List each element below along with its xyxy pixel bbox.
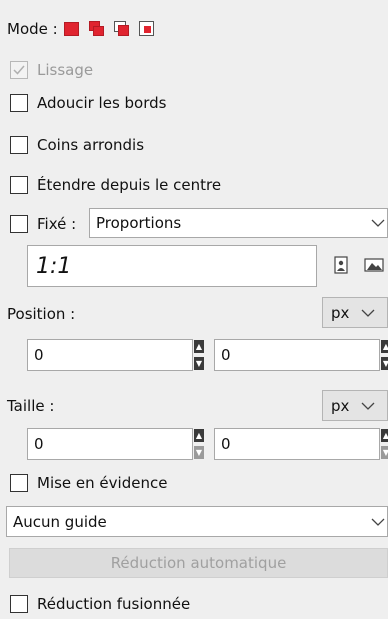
chevron-down-icon bbox=[361, 309, 375, 317]
guides-select-value: Aucun guide bbox=[13, 512, 107, 531]
size-height-value: 0 bbox=[221, 435, 231, 453]
spin-up-icon[interactable]: ▲ bbox=[194, 340, 204, 353]
portrait-button[interactable] bbox=[331, 255, 351, 275]
chevron-down-icon bbox=[361, 402, 375, 410]
position-x-value: 0 bbox=[34, 346, 44, 364]
spin-up-icon[interactable]: ▲ bbox=[381, 340, 388, 353]
position-row: Position : bbox=[7, 303, 75, 325]
position-y-input[interactable]: 0 bbox=[214, 339, 380, 371]
landscape-icon bbox=[364, 258, 384, 272]
position-x-input[interactable]: 0 bbox=[27, 339, 193, 371]
position-x-spinner[interactable]: ▲ ▼ bbox=[194, 340, 205, 370]
guides-select[interactable]: Aucun guide bbox=[6, 506, 388, 537]
shrink-merged-label: Réduction fusionnée bbox=[37, 595, 191, 613]
fixed-label: Fixé : bbox=[37, 215, 77, 233]
subtract-mode-button[interactable] bbox=[113, 21, 130, 37]
fixed-checkbox[interactable] bbox=[10, 215, 28, 233]
size-width-value: 0 bbox=[34, 435, 44, 453]
size-label: Taille : bbox=[7, 397, 55, 415]
size-width-spinner[interactable]: ▲ ▼ bbox=[194, 429, 205, 459]
ratio-value: 1:1 bbox=[36, 253, 72, 279]
spin-down-icon[interactable]: ▼ bbox=[194, 357, 204, 370]
smooth-checkbox bbox=[10, 61, 28, 79]
mode-label: Mode : bbox=[7, 20, 58, 38]
mode-row: Mode : bbox=[7, 17, 164, 41]
antialias-label: Adoucir les bords bbox=[37, 94, 167, 112]
size-unit-value: px bbox=[331, 396, 350, 415]
ratio-input[interactable]: 1:1 bbox=[27, 245, 317, 287]
highlight-option[interactable]: Mise en évidence bbox=[10, 472, 167, 494]
position-unit-select[interactable]: px bbox=[322, 297, 388, 328]
spin-down-icon[interactable]: ▼ bbox=[381, 446, 388, 459]
rounded-corners-checkbox[interactable] bbox=[10, 136, 28, 154]
antialias-checkbox[interactable] bbox=[10, 94, 28, 112]
size-width-input[interactable]: 0 bbox=[27, 428, 193, 460]
auto-shrink-label: Réduction automatique bbox=[110, 554, 287, 572]
spin-down-icon[interactable]: ▼ bbox=[381, 357, 388, 370]
expand-center-checkbox[interactable] bbox=[10, 176, 28, 194]
size-height-spinner[interactable]: ▲ ▼ bbox=[381, 429, 388, 459]
highlight-label: Mise en évidence bbox=[37, 474, 168, 492]
add-mode-button[interactable] bbox=[88, 21, 105, 37]
position-label: Position : bbox=[7, 305, 76, 323]
intersect-mode-button[interactable] bbox=[138, 21, 155, 37]
size-unit-select[interactable]: px bbox=[322, 390, 388, 421]
expand-center-option[interactable]: Étendre depuis le centre bbox=[10, 174, 221, 196]
position-unit-value: px bbox=[331, 303, 350, 322]
chevron-down-icon bbox=[371, 219, 385, 227]
landscape-button[interactable] bbox=[364, 255, 384, 275]
antialias-option[interactable]: Adoucir les bords bbox=[10, 92, 166, 114]
size-row: Taille : bbox=[7, 395, 54, 417]
fixed-option[interactable]: Fixé : bbox=[10, 212, 76, 236]
check-icon bbox=[13, 65, 25, 75]
rounded-corners-label: Coins arrondis bbox=[37, 136, 145, 154]
fixed-select[interactable]: Proportions bbox=[89, 208, 388, 238]
highlight-checkbox[interactable] bbox=[10, 474, 28, 492]
fixed-select-value: Proportions bbox=[96, 214, 182, 232]
portrait-icon bbox=[334, 256, 348, 274]
smooth-option: Lissage bbox=[10, 59, 93, 81]
spin-up-icon[interactable]: ▲ bbox=[194, 429, 204, 442]
rounded-corners-option[interactable]: Coins arrondis bbox=[10, 134, 144, 156]
shrink-merged-option[interactable]: Réduction fusionnée bbox=[10, 593, 190, 615]
auto-shrink-button[interactable]: Réduction automatique bbox=[9, 548, 388, 578]
position-y-value: 0 bbox=[221, 346, 231, 364]
shrink-merged-checkbox[interactable] bbox=[10, 595, 28, 613]
spin-down-icon[interactable]: ▼ bbox=[194, 446, 204, 459]
size-height-input[interactable]: 0 bbox=[214, 428, 380, 460]
smooth-label: Lissage bbox=[37, 61, 94, 79]
expand-center-label: Étendre depuis le centre bbox=[37, 176, 222, 194]
spin-up-icon[interactable]: ▲ bbox=[381, 429, 388, 442]
replace-mode-button[interactable] bbox=[63, 21, 80, 37]
position-y-spinner[interactable]: ▲ ▼ bbox=[381, 340, 388, 370]
chevron-down-icon bbox=[371, 518, 385, 526]
